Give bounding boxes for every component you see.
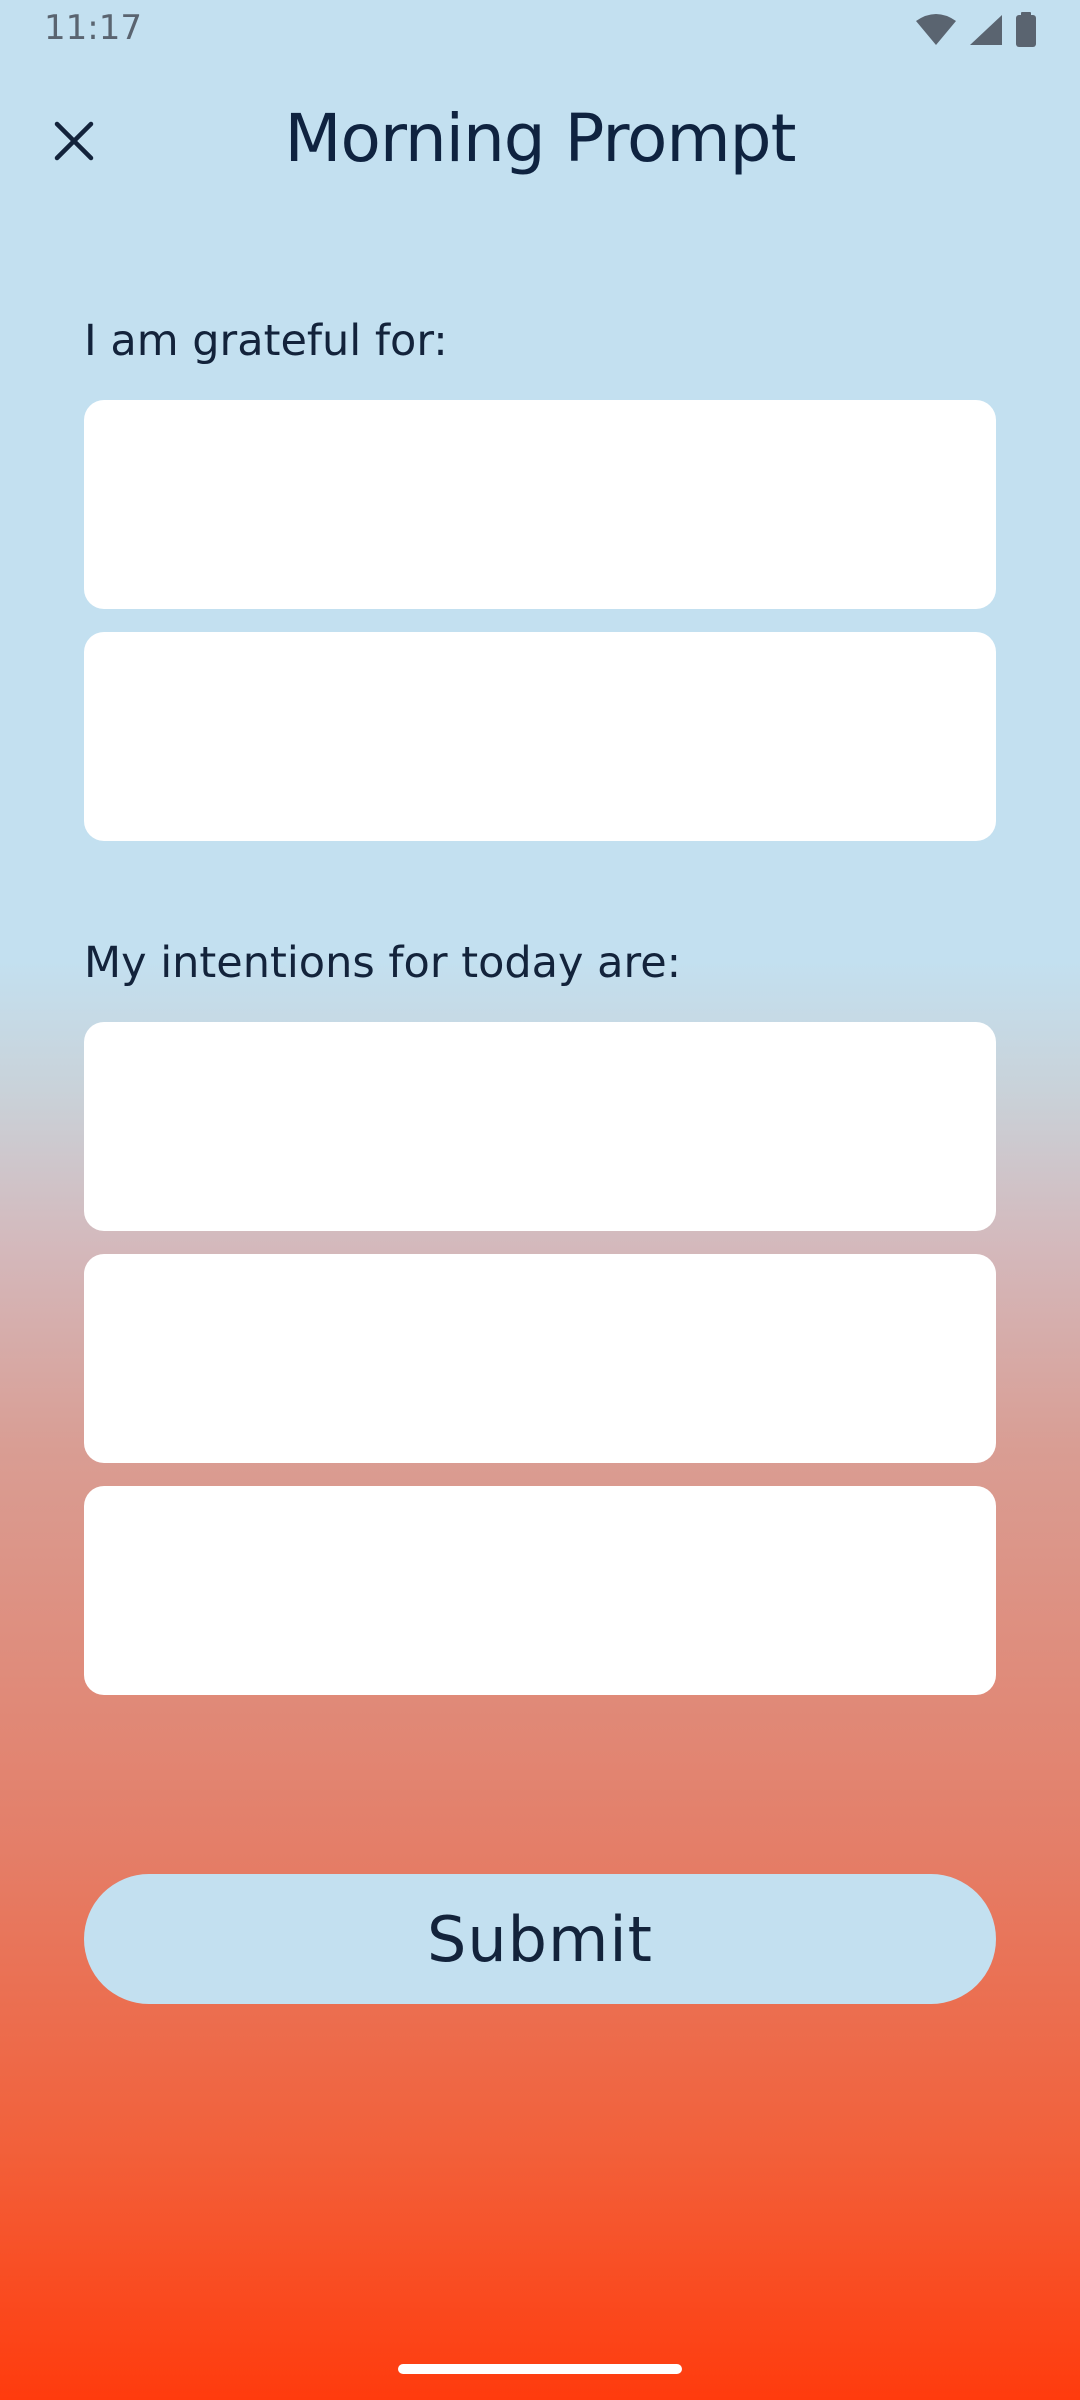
gratitude-field-1[interactable] (84, 400, 996, 609)
intention-field-1[interactable] (84, 1022, 996, 1231)
wifi-icon (914, 13, 958, 51)
status-bar: 11:17 (0, 0, 1080, 60)
status-icons (914, 12, 1038, 52)
cellular-signal-icon (968, 13, 1004, 51)
battery-icon (1014, 12, 1038, 52)
home-indicator[interactable] (398, 2364, 682, 2374)
gratitude-label: I am grateful for: (84, 316, 448, 366)
status-time: 11:17 (44, 8, 142, 48)
morning-prompt-screen: 11:17 Morning Prompt I am grateful for: … (0, 0, 1080, 2400)
intention-field-3[interactable] (84, 1486, 996, 1695)
intention-field-2[interactable] (84, 1254, 996, 1463)
page-title: Morning Prompt (284, 100, 797, 177)
intentions-label: My intentions for today are: (84, 938, 682, 988)
submit-button[interactable]: Submit (84, 1874, 996, 2004)
gratitude-field-2[interactable] (84, 632, 996, 841)
